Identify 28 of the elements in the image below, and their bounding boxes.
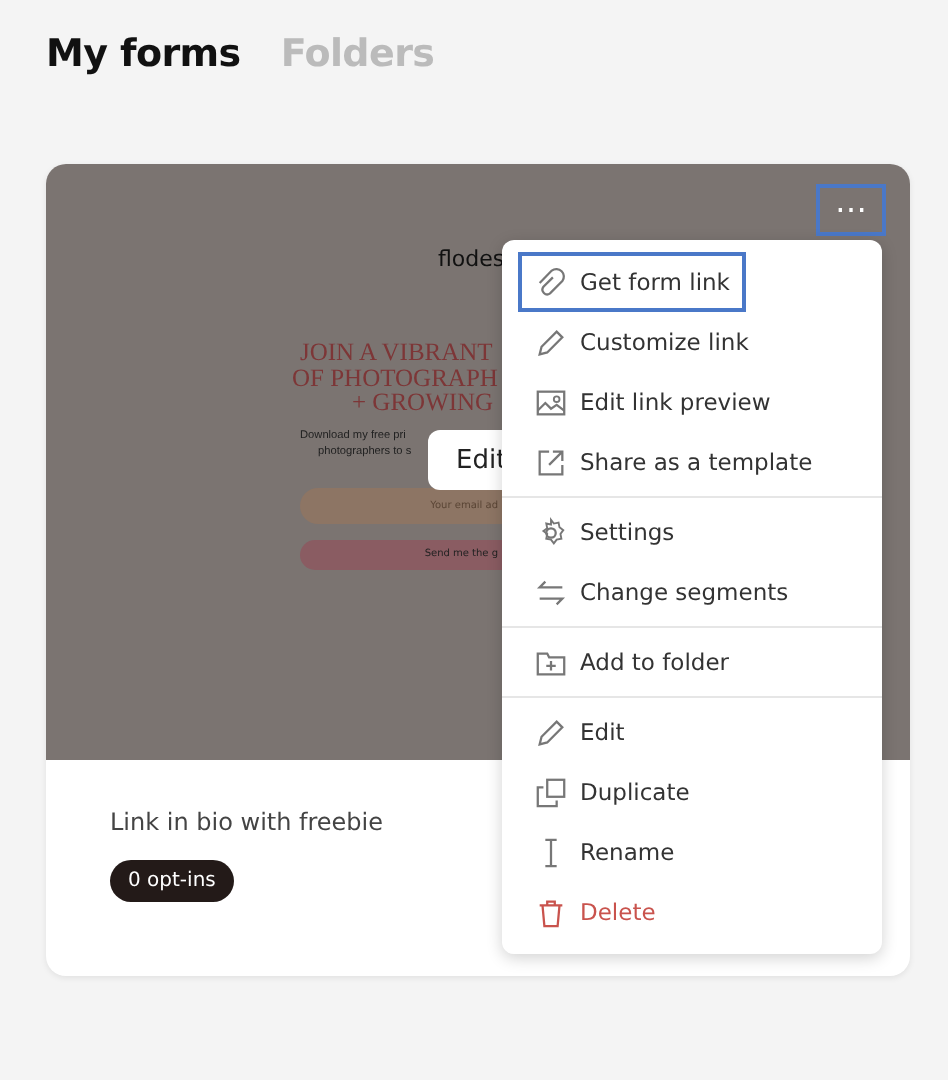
menu-item[interactable]: Delete [518, 882, 866, 942]
menu-item[interactable]: Add to folder [518, 632, 866, 692]
headline-line: JOIN A VIBRANT [300, 340, 493, 365]
image-icon [534, 385, 568, 419]
opt-ins-badge: 0 opt-ins [110, 860, 234, 902]
paperclip-icon [534, 265, 568, 299]
menu-item[interactable]: Customize link [518, 312, 866, 372]
headline-line: OF PHOTOGRAPH [292, 365, 498, 390]
more-button[interactable]: ⋯ [816, 184, 886, 236]
menu-item[interactable]: Duplicate [518, 762, 866, 822]
menu-item[interactable]: Edit [518, 702, 866, 762]
trash-icon [534, 895, 568, 929]
menu-item[interactable]: Share as a template [518, 432, 866, 492]
tab[interactable]: My forms [46, 32, 241, 76]
copy-icon [534, 775, 568, 809]
menu-item[interactable]: Change segments [518, 562, 866, 622]
menu-item[interactable]: Settings [518, 502, 866, 562]
brand-name: flodes [438, 246, 507, 272]
swap-arrows-icon [534, 575, 568, 609]
menu-item[interactable]: Edit link preview [518, 372, 866, 432]
menu-item[interactable]: Get form link [518, 252, 746, 312]
headline-line: + GROWING [352, 390, 494, 415]
pencil-icon [534, 715, 568, 749]
external-link-icon [534, 445, 568, 479]
edit-button[interactable]: Edit [428, 430, 502, 490]
form-name: Link in bio with freebie [110, 808, 384, 836]
pencil-icon [534, 325, 568, 359]
menu-item[interactable]: Rename [518, 822, 866, 882]
